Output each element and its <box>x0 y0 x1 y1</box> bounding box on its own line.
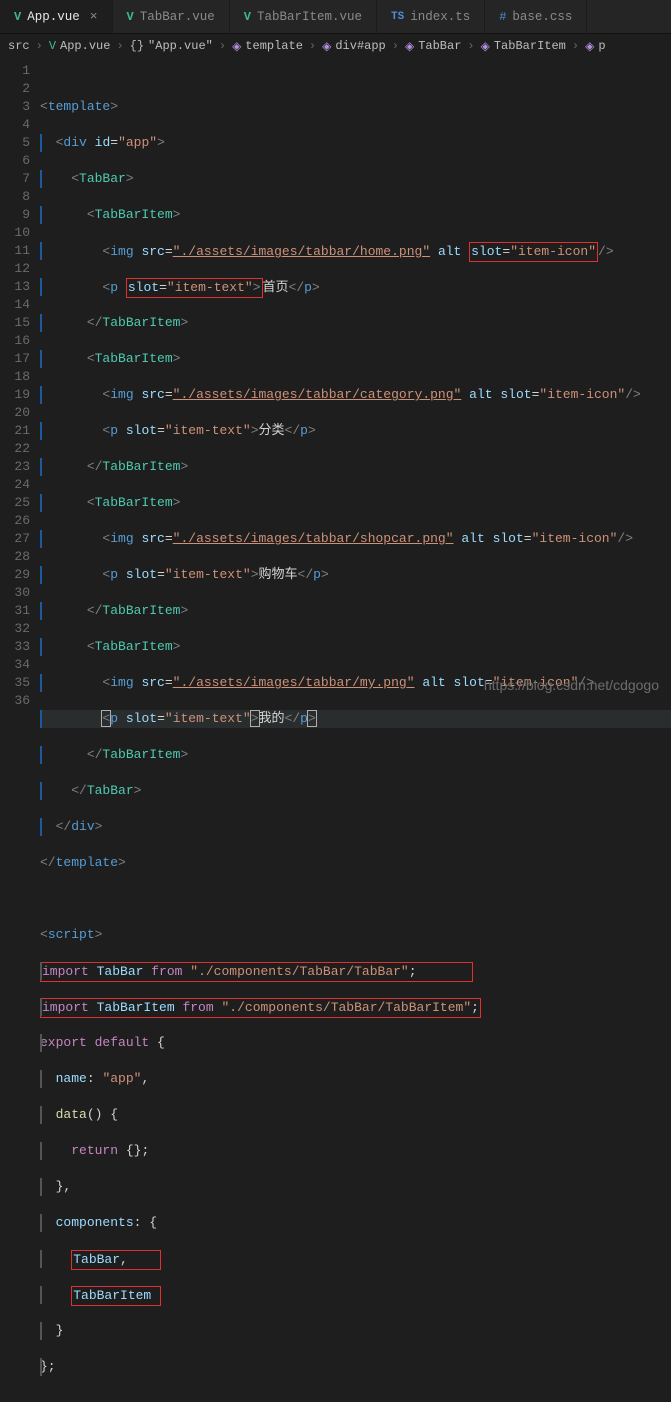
watermark: https://blog.csdn.net/cdgogo <box>484 677 659 693</box>
breadcrumb-item[interactable]: TabBar <box>418 39 461 53</box>
tab-label: TabBar.vue <box>140 10 215 24</box>
cube-icon: ◈ <box>232 39 241 54</box>
tab-index-ts[interactable]: TS index.ts <box>377 0 485 33</box>
vue-icon: V <box>49 39 56 53</box>
editor-tabs: V App.vue × V TabBar.vue V TabBarItem.vu… <box>0 0 671 34</box>
chevron-right-icon: › <box>390 39 401 53</box>
css-icon: # <box>499 10 506 24</box>
cube-icon: ◈ <box>322 39 331 54</box>
line-gutter: 1234567891011121314151617181920212223242… <box>0 58 40 701</box>
code-area[interactable]: <template> <div id="app"> <TabBar> <TabB… <box>40 58 671 701</box>
braces-icon: {} <box>130 39 144 53</box>
chevron-right-icon: › <box>465 39 476 53</box>
vue-icon: V <box>127 10 134 24</box>
chevron-right-icon: › <box>114 39 125 53</box>
cube-icon: ◈ <box>585 39 594 54</box>
cube-icon: ◈ <box>405 39 414 54</box>
breadcrumb: src › V App.vue › {} "App.vue" › ◈ template › ◈… <box>0 34 671 58</box>
chevron-right-icon: › <box>307 39 318 53</box>
tab-base-css[interactable]: # base.css <box>485 0 587 33</box>
chevron-right-icon: › <box>217 39 228 53</box>
breadcrumb-item[interactable]: p <box>598 39 605 53</box>
breadcrumb-item[interactable]: TabBarItem <box>494 39 566 53</box>
tab-label: base.css <box>512 10 572 24</box>
tab-tabbaritem-vue[interactable]: V TabBarItem.vue <box>230 0 377 33</box>
tab-label: App.vue <box>27 10 80 24</box>
breadcrumb-item[interactable]: div#app <box>335 39 385 53</box>
chevron-right-icon: › <box>34 39 45 53</box>
vue-icon: V <box>244 10 251 24</box>
cube-icon: ◈ <box>481 39 490 54</box>
tab-label: index.ts <box>410 10 470 24</box>
code-editor[interactable]: 1234567891011121314151617181920212223242… <box>0 58 671 701</box>
breadcrumb-item[interactable]: "App.vue" <box>148 39 213 53</box>
tab-tabbar-vue[interactable]: V TabBar.vue <box>113 0 230 33</box>
breadcrumb-item[interactable]: App.vue <box>60 39 110 53</box>
breadcrumb-item[interactable]: template <box>245 39 303 53</box>
chevron-right-icon: › <box>570 39 581 53</box>
ts-icon: TS <box>391 11 404 23</box>
close-icon[interactable]: × <box>90 9 98 24</box>
vue-icon: V <box>14 10 21 24</box>
tab-label: TabBarItem.vue <box>257 10 362 24</box>
breadcrumb-item[interactable]: src <box>8 39 30 53</box>
tab-app-vue[interactable]: V App.vue × <box>0 0 113 33</box>
